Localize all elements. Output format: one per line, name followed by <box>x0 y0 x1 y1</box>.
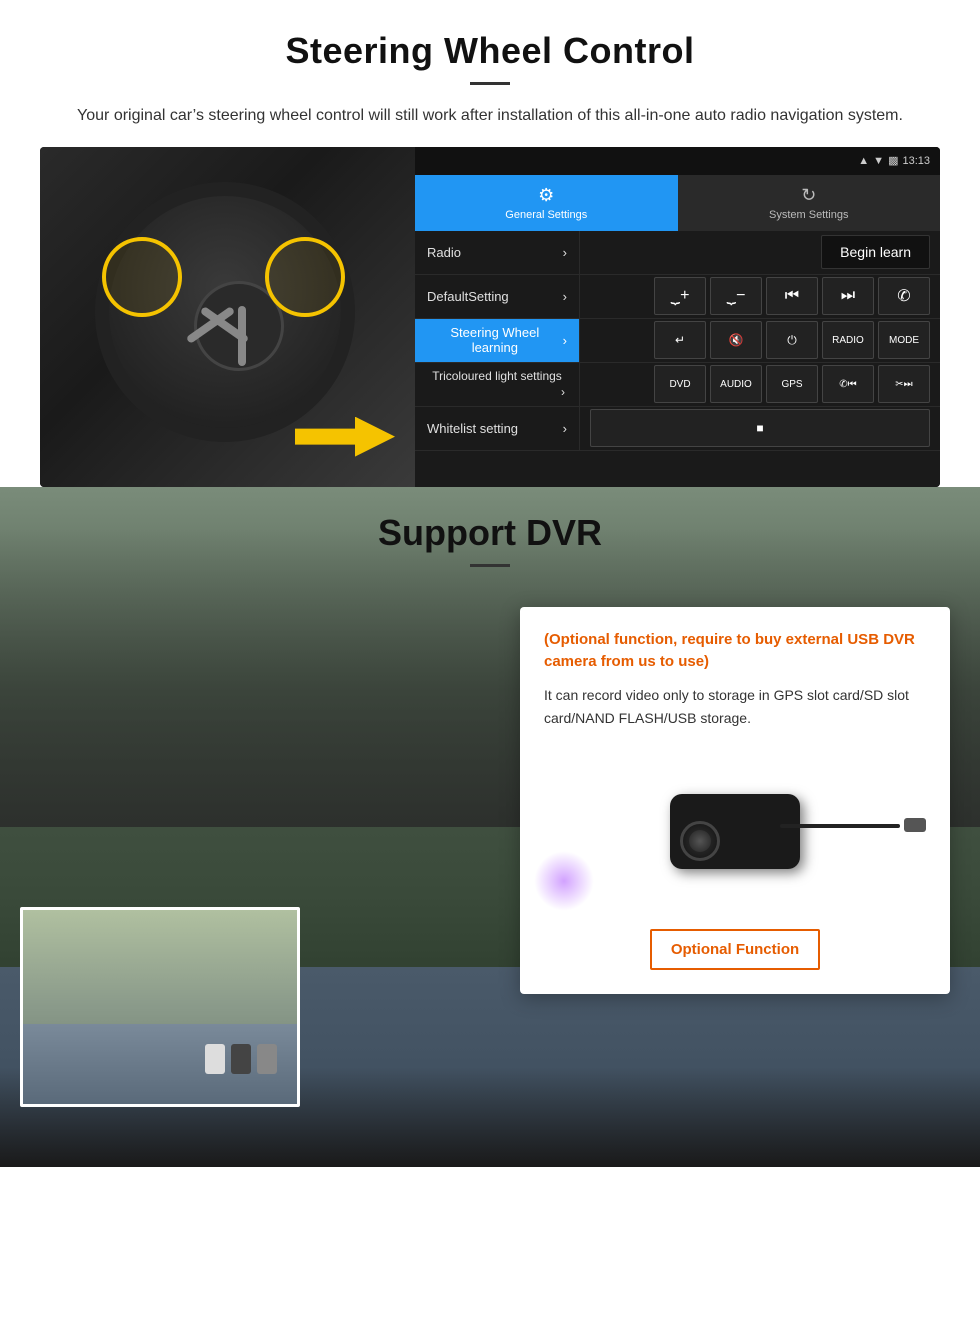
ctrl-btn-dvd[interactable]: DVD <box>654 365 706 403</box>
ctrl-btn-scissors-next[interactable]: ✂⏭ <box>878 365 930 403</box>
default-label: DefaultSetting <box>427 289 509 304</box>
steering-label: Steering Wheel learning <box>427 325 563 355</box>
dvr-title: Support DVR <box>0 512 980 554</box>
ctrl-btn-next[interactable]: ⏭ <box>822 277 874 315</box>
usb-plug <box>904 818 926 832</box>
dvr-background: Support DVR (Optional function, require … <box>0 487 980 1167</box>
highlight-circle-left <box>102 237 182 317</box>
android-ui-panel: ▲ ▼ ▩ 13:13 ⚙ General Settings ↻ System … <box>415 147 940 487</box>
chevron-right-icon: › <box>563 245 567 260</box>
ctrl-btn-mode[interactable]: MODE <box>878 321 930 359</box>
ctrl-btn-back[interactable]: ↵ <box>654 321 706 359</box>
menu-list: Radio › Begin learn DefaultSetting › <box>415 231 940 487</box>
screenshot-cars <box>205 1044 277 1074</box>
chevron-right-icon-2: › <box>563 289 567 304</box>
tab-system-label: System Settings <box>769 209 848 221</box>
ctrl-btn-radio[interactable]: RADIO <box>822 321 874 359</box>
clock: 13:13 <box>902 155 930 167</box>
mini-car-3 <box>257 1044 277 1074</box>
dvr-title-divider <box>470 564 510 567</box>
ctrl-btn-phone[interactable]: ✆ <box>878 277 930 315</box>
radio-label: Radio <box>427 245 461 260</box>
optional-function-button[interactable]: Optional Function <box>650 929 820 970</box>
ctrl-btn-record[interactable]: ■ <box>590 409 930 447</box>
camera-lens-inner <box>689 830 711 852</box>
menu-row-default[interactable]: DefaultSetting › ⏟+ ⏟− ⏮ ⏭ ✆ <box>415 275 940 319</box>
steering-subtitle: Your original car’s steering wheel contr… <box>60 103 920 129</box>
menu-label-steering: Steering Wheel learning › <box>415 319 580 362</box>
ctrl-btn-gps[interactable]: GPS <box>766 365 818 403</box>
chevron-right-icon-4: › <box>561 385 565 399</box>
android-tabs: ⚙ General Settings ↻ System Settings <box>415 175 940 231</box>
location-icon: ▲ <box>858 155 869 167</box>
begin-learn-button[interactable]: Begin learn <box>821 235 930 269</box>
steering-wheel-photo <box>40 147 415 487</box>
chevron-right-icon-3: › <box>563 333 567 348</box>
dvr-screenshot-preview <box>20 907 300 1107</box>
mini-car-2 <box>231 1044 251 1074</box>
highlight-circle-right <box>265 237 345 317</box>
dvr-info-card: (Optional function, require to buy exter… <box>520 607 950 995</box>
dvr-description: It can record video only to storage in G… <box>544 684 926 732</box>
dvr-camera-image <box>544 751 926 911</box>
whitelist-content: ■ <box>580 409 940 447</box>
menu-row-whitelist[interactable]: Whitelist setting › ■ <box>415 407 940 451</box>
tricoloured-label: Tricoloured light settings <box>432 369 562 385</box>
menu-label-tricoloured: Tricoloured light settings › <box>415 363 580 406</box>
chevron-right-icon-5: › <box>563 421 567 436</box>
tab-general-label: General Settings <box>505 209 587 221</box>
menu-label-default: DefaultSetting › <box>415 275 580 318</box>
default-content: ⏟+ ⏟− ⏮ ⏭ ✆ <box>580 277 940 315</box>
camera-cord <box>780 824 900 828</box>
dvr-optional-text: (Optional function, require to buy exter… <box>544 629 926 674</box>
camera-body <box>670 794 800 869</box>
ctrl-btn-prev[interactable]: ⏮ <box>766 277 818 315</box>
menu-row-tricoloured[interactable]: Tricoloured light settings › DVD AUDIO G… <box>415 363 940 407</box>
dvr-title-area: Support DVR <box>0 487 980 567</box>
title-divider <box>470 82 510 85</box>
steering-title: Steering Wheel Control <box>40 30 940 72</box>
system-icon: ↻ <box>801 185 816 206</box>
whitelist-label: Whitelist setting <box>427 421 518 436</box>
gear-icon: ⚙ <box>538 185 554 206</box>
steering-demo: ▲ ▼ ▩ 13:13 ⚙ General Settings ↻ System … <box>40 147 940 487</box>
menu-label-whitelist: Whitelist setting › <box>415 407 580 450</box>
ctrl-btn-mute[interactable]: 🔇 <box>710 321 762 359</box>
menu-label-radio: Radio › <box>415 231 580 274</box>
tricoloured-content: DVD AUDIO GPS ✆⏮ ✂⏭ <box>580 365 940 403</box>
tab-general[interactable]: ⚙ General Settings <box>415 175 678 231</box>
dvr-section: Support DVR (Optional function, require … <box>0 487 980 1167</box>
tab-system[interactable]: ↻ System Settings <box>678 175 941 231</box>
android-statusbar: ▲ ▼ ▩ 13:13 <box>415 147 940 175</box>
radio-content: Begin learn <box>580 235 940 269</box>
menu-row-steering[interactable]: Steering Wheel learning › ↵ 🔇 ⏻ RADIO MO… <box>415 319 940 363</box>
status-icons: ▲ ▼ ▩ 13:13 <box>858 154 930 167</box>
steering-content: ↵ 🔇 ⏻ RADIO MODE <box>580 321 940 359</box>
wifi-icon: ▼ <box>873 155 884 167</box>
menu-row-radio[interactable]: Radio › Begin learn <box>415 231 940 275</box>
ctrl-btn-audio[interactable]: AUDIO <box>710 365 762 403</box>
signal-icon: ▩ <box>888 154 898 167</box>
ctrl-btn-vol-down[interactable]: ⏟− <box>710 277 762 315</box>
mini-car-1 <box>205 1044 225 1074</box>
ctrl-btn-vol-up[interactable]: ⏟+ <box>654 277 706 315</box>
ctrl-btn-power[interactable]: ⏻ <box>766 321 818 359</box>
camera-glow <box>534 851 594 911</box>
arrow-body <box>295 417 395 457</box>
steering-section: Steering Wheel Control Your original car… <box>0 0 980 487</box>
ctrl-btn-phone-prev[interactable]: ✆⏮ <box>822 365 874 403</box>
camera-lens <box>680 821 720 861</box>
